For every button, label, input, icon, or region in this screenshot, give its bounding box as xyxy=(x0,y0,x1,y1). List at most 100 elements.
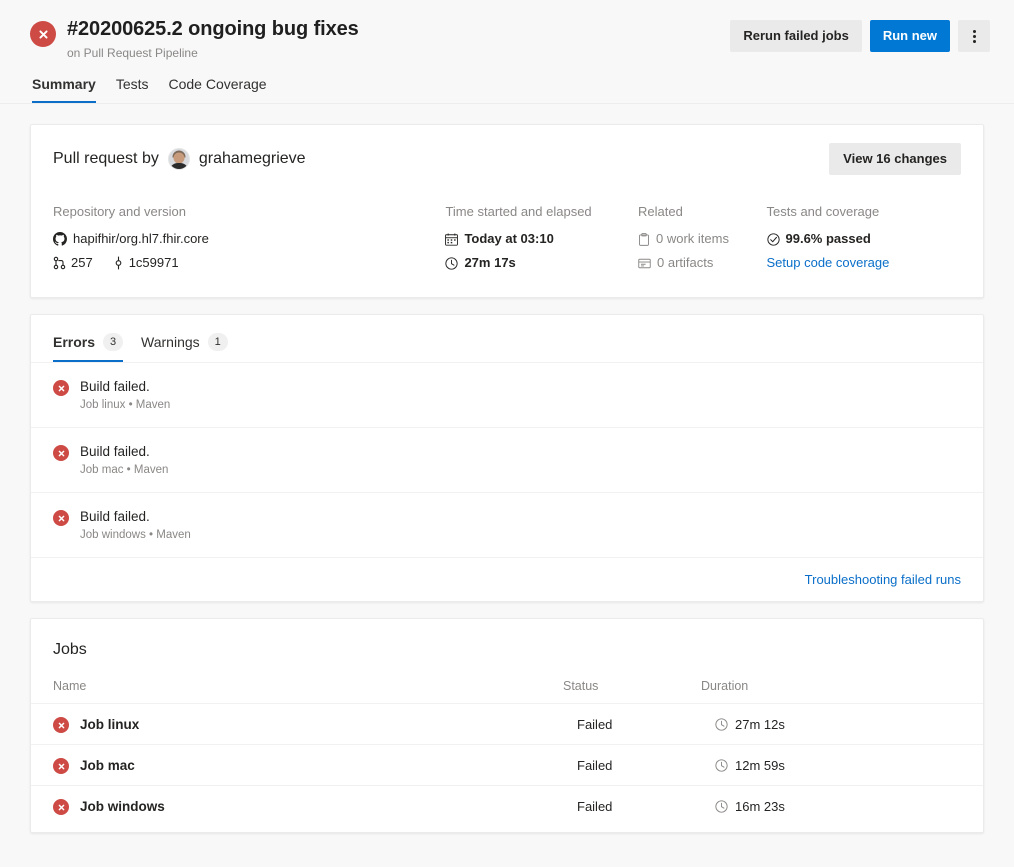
job-status-cell: Failed xyxy=(555,703,693,745)
main-pivot-tabs: Summary Tests Code Coverage xyxy=(0,61,1014,104)
tab-tests[interactable]: Tests xyxy=(116,75,149,103)
job-duration: 16m 23s xyxy=(715,799,975,814)
tests-passed-row: 99.6% passed xyxy=(766,227,947,251)
meta-heading-time: Time started and elapsed xyxy=(445,204,592,219)
table-row[interactable]: Job mac Failed 12m 59s xyxy=(31,744,983,786)
issue-title: Build failed. xyxy=(80,509,150,524)
pull-request-author-name: grahamegrieve xyxy=(198,150,306,167)
github-icon xyxy=(53,232,67,246)
troubleshooting-failed-runs-link[interactable]: Troubleshooting failed runs xyxy=(805,572,961,587)
job-duration-cell: 12m 59s xyxy=(693,744,983,786)
column-header-name: Name xyxy=(31,675,555,704)
pull-request-number-row[interactable]: 257 xyxy=(53,251,93,275)
clock-icon xyxy=(715,799,728,813)
clock-icon xyxy=(715,717,728,731)
setup-code-coverage-link[interactable]: Setup code coverage xyxy=(767,251,890,275)
jobs-table-head: Name Status Duration xyxy=(31,675,983,704)
tab-summary[interactable]: Summary xyxy=(32,75,96,103)
commit-hash: 1c59971 xyxy=(128,255,179,270)
column-header-status: Status xyxy=(555,675,693,704)
issue-text: Build failed. Job windows • Maven xyxy=(80,508,191,543)
kebab-dot xyxy=(972,29,976,33)
column-header-duration: Duration xyxy=(693,675,983,704)
pull-request-metadata: Repository and version hapifhir/org.hl7.… xyxy=(53,203,961,275)
tests-passed-value: 99.6% passed xyxy=(785,231,871,246)
error-circle-icon xyxy=(53,510,69,526)
job-name-cell[interactable]: Job linux xyxy=(31,703,555,745)
job-duration: 27m 12s xyxy=(715,717,975,732)
jobs-title: Jobs xyxy=(53,641,87,658)
pull-request-header-row: Pull request by grahamegrieve View 16 ch… xyxy=(53,143,961,175)
error-circle-icon xyxy=(53,758,69,774)
time-elapsed-row: 27m 17s xyxy=(445,251,624,275)
issue-subtitle: Job linux • Maven xyxy=(80,399,171,411)
pull-request-icon xyxy=(53,256,66,270)
title-block: #20200625.2 ongoing bug fixes on Pull Re… xyxy=(67,16,359,61)
job-duration: 12m 59s xyxy=(715,758,975,773)
more-actions-button[interactable] xyxy=(958,20,990,52)
calendar-icon xyxy=(445,233,459,246)
avatar-body xyxy=(168,163,189,169)
job-name: Job mac xyxy=(53,756,547,774)
list-item[interactable]: Build failed. Job linux • Maven xyxy=(31,362,983,427)
error-circle-icon xyxy=(30,21,56,47)
job-duration-cell: 27m 12s xyxy=(693,703,983,745)
tab-errors[interactable]: Errors 3 xyxy=(53,333,124,362)
issue-title: Build failed. xyxy=(80,444,150,459)
job-name-cell[interactable]: Job mac xyxy=(31,744,555,786)
commit-row[interactable]: 1c59971 xyxy=(113,251,179,275)
error-circle-icon xyxy=(53,380,69,396)
repository-refs: 257 1c59971 xyxy=(53,251,431,275)
work-items-row: 0 work items xyxy=(638,227,753,251)
tab-warnings[interactable]: Warnings 1 xyxy=(141,333,228,362)
tab-errors-label: Errors xyxy=(53,334,96,350)
time-elapsed-value: 27m 17s xyxy=(464,255,516,270)
list-item[interactable]: Build failed. Job mac • Maven xyxy=(31,427,983,492)
page-header: #20200625.2 ongoing bug fixes on Pull Re… xyxy=(0,0,1014,61)
meta-column-time: Time started and elapsed Today at 03:10 … xyxy=(445,203,638,275)
tab-code-coverage[interactable]: Code Coverage xyxy=(169,75,267,103)
setup-code-coverage-row: Setup code coverage xyxy=(767,251,947,275)
issues-card: Errors 3 Warnings 1 Build failed. Job li… xyxy=(30,314,984,602)
commit-icon xyxy=(113,256,124,270)
job-name: Job windows xyxy=(53,797,547,815)
repository-row[interactable]: hapifhir/org.hl7.fhir.core xyxy=(53,227,431,251)
issue-title: Build failed. xyxy=(80,379,150,394)
job-name-label: Job mac xyxy=(80,757,135,773)
run-new-button[interactable]: Run new xyxy=(869,20,950,52)
job-duration-label: 12m 59s xyxy=(735,757,785,773)
view-changes-button[interactable]: View 16 changes xyxy=(829,143,961,175)
warnings-count-badge: 1 xyxy=(207,333,228,351)
artifact-icon xyxy=(638,257,651,270)
issues-pivot-tabs: Errors 3 Warnings 1 xyxy=(31,315,983,362)
pull-request-number: 257 xyxy=(71,255,93,270)
list-item[interactable]: Build failed. Job windows • Maven xyxy=(31,492,983,557)
job-name-label: Job windows xyxy=(80,798,165,814)
job-status-cell: Failed xyxy=(577,798,613,814)
issues-footer: Troubleshooting failed runs xyxy=(31,557,983,601)
error-circle-icon xyxy=(53,717,69,733)
work-item-icon xyxy=(638,232,650,246)
time-started-row: Today at 03:10 xyxy=(445,227,624,251)
avatar xyxy=(167,148,190,170)
jobs-card: Jobs Name Status Duration Job linux Fail… xyxy=(30,618,984,833)
job-name-cell[interactable]: Job windows xyxy=(31,786,555,827)
artifacts-row: 0 artifacts xyxy=(638,251,753,275)
issue-text: Build failed. Job mac • Maven xyxy=(80,443,168,478)
rerun-failed-jobs-button[interactable]: Rerun failed jobs xyxy=(730,20,862,52)
job-status-cell: Failed xyxy=(555,744,693,786)
table-row[interactable]: Job windows Failed 16m 23s xyxy=(31,786,983,827)
meta-heading-tests: Tests and coverage xyxy=(766,204,880,219)
error-circle-icon xyxy=(53,445,69,461)
table-header-row: Name Status Duration xyxy=(31,675,983,704)
page-subtitle: on Pull Request Pipeline xyxy=(67,46,198,60)
table-row[interactable]: Job linux Failed 27m 12s xyxy=(31,703,983,745)
kebab-dot xyxy=(972,34,976,38)
meta-column-repository: Repository and version hapifhir/org.hl7.… xyxy=(53,203,445,275)
clock-icon xyxy=(445,256,459,270)
clock-icon xyxy=(715,758,728,772)
job-duration-label: 16m 23s xyxy=(735,798,785,814)
issue-subtitle: Job mac • Maven xyxy=(80,464,169,476)
artifacts-value: 0 artifacts xyxy=(657,255,714,270)
error-circle-icon xyxy=(53,799,69,815)
